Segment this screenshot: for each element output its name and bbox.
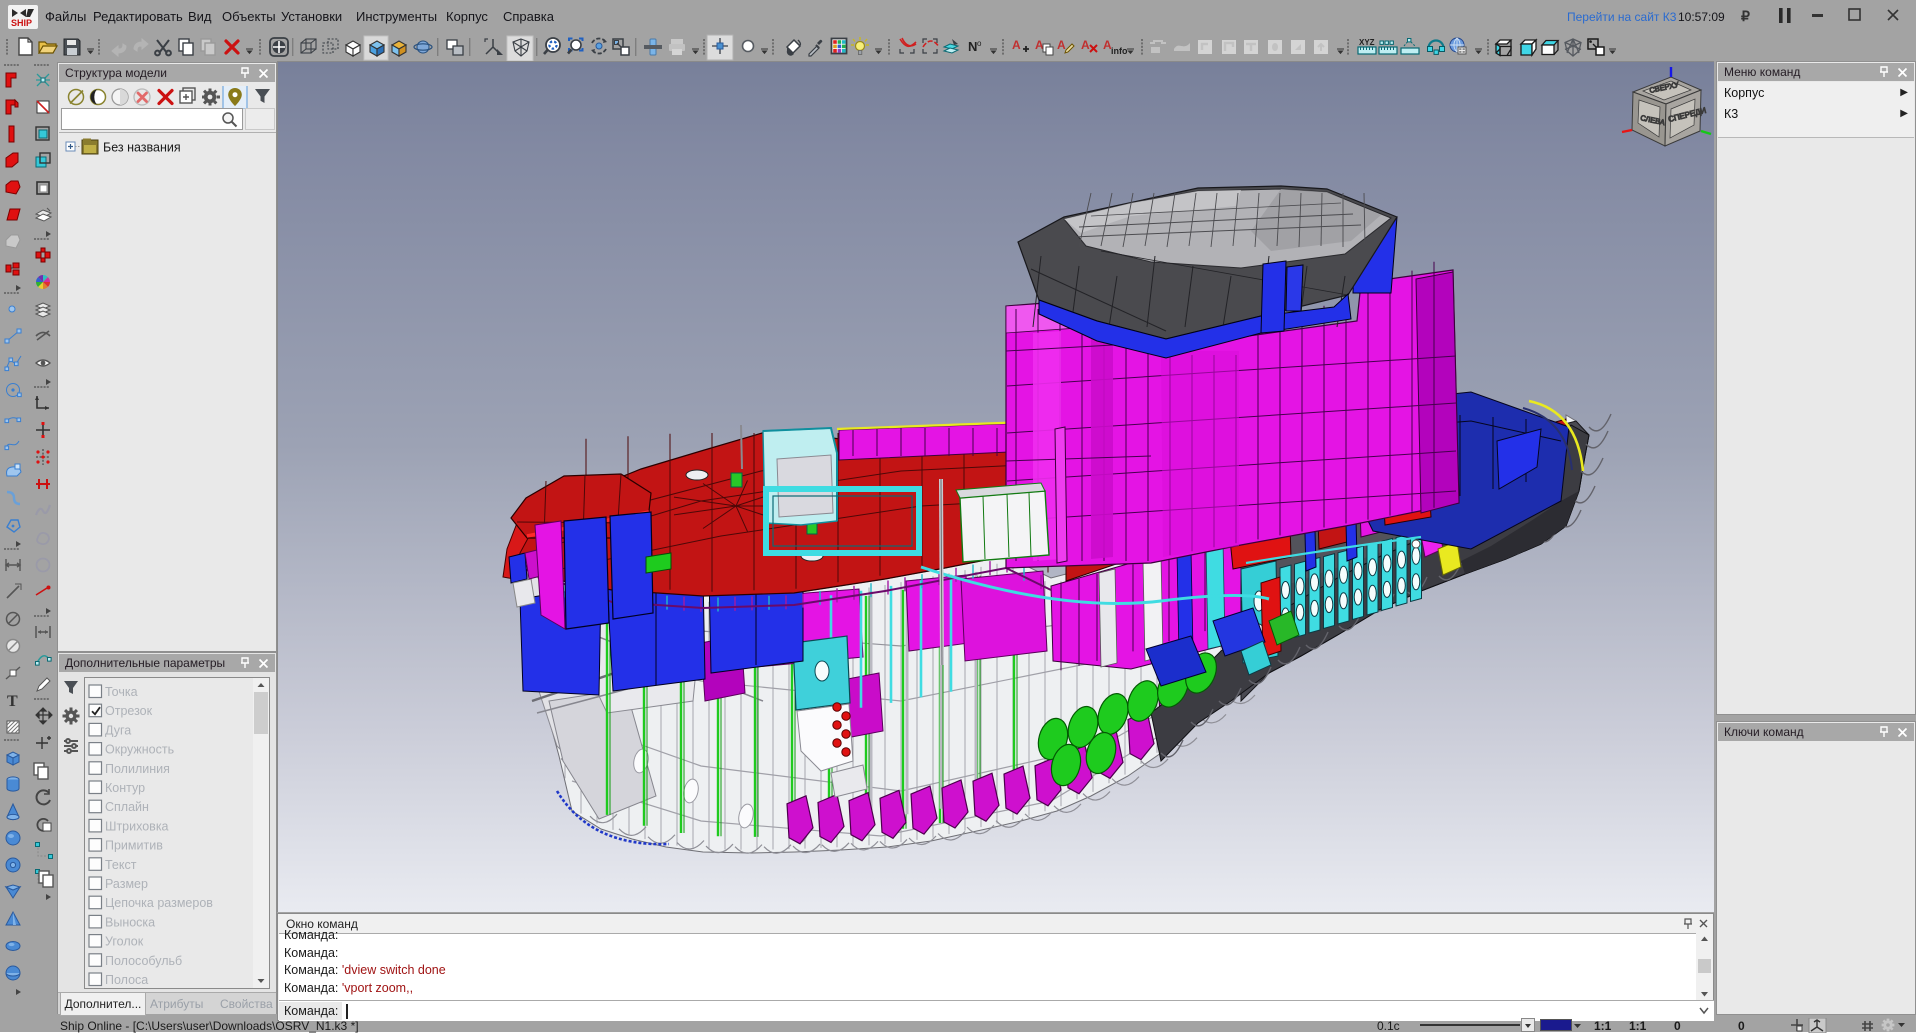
svg-text:Дуга: Дуга (105, 723, 131, 737)
svg-text:Уголок: Уголок (105, 935, 144, 949)
svg-text:XYZ: XYZ (1359, 38, 1375, 47)
svg-text:Окружность: Окружность (105, 743, 174, 757)
svg-text:Полоса: Полоса (105, 973, 148, 987)
svg-text:Без названия: Без названия (103, 141, 181, 155)
svg-text:Контур: Контур (105, 781, 145, 795)
svg-text:Размер: Размер (105, 877, 148, 891)
svg-text:SHIP: SHIP (11, 18, 32, 28)
svg-text:Сплайн: Сплайн (105, 800, 149, 814)
svg-text:N: N (968, 39, 977, 54)
svg-text:T: T (7, 693, 18, 710)
svg-text:Полилиния: Полилиния (105, 762, 170, 776)
svg-text:A: A (1081, 38, 1090, 52)
svg-text:Текст: Текст (105, 858, 137, 872)
svg-text:Примитив: Примитив (105, 839, 163, 853)
svg-text:Штриховка: Штриховка (105, 819, 169, 833)
svg-text:A: A (1012, 38, 1021, 52)
svg-text:A: A (1057, 38, 1066, 52)
svg-text:Полособульб: Полособульб (105, 954, 182, 968)
svg-text:Отрезок: Отрезок (105, 704, 153, 718)
svg-text:Выноска: Выноска (105, 915, 155, 929)
svg-text:Цепочка размеров: Цепочка размеров (105, 896, 213, 910)
svg-text:Точка: Точка (105, 685, 138, 699)
svg-text:info: info (1111, 46, 1128, 56)
svg-text:o: o (977, 39, 982, 48)
